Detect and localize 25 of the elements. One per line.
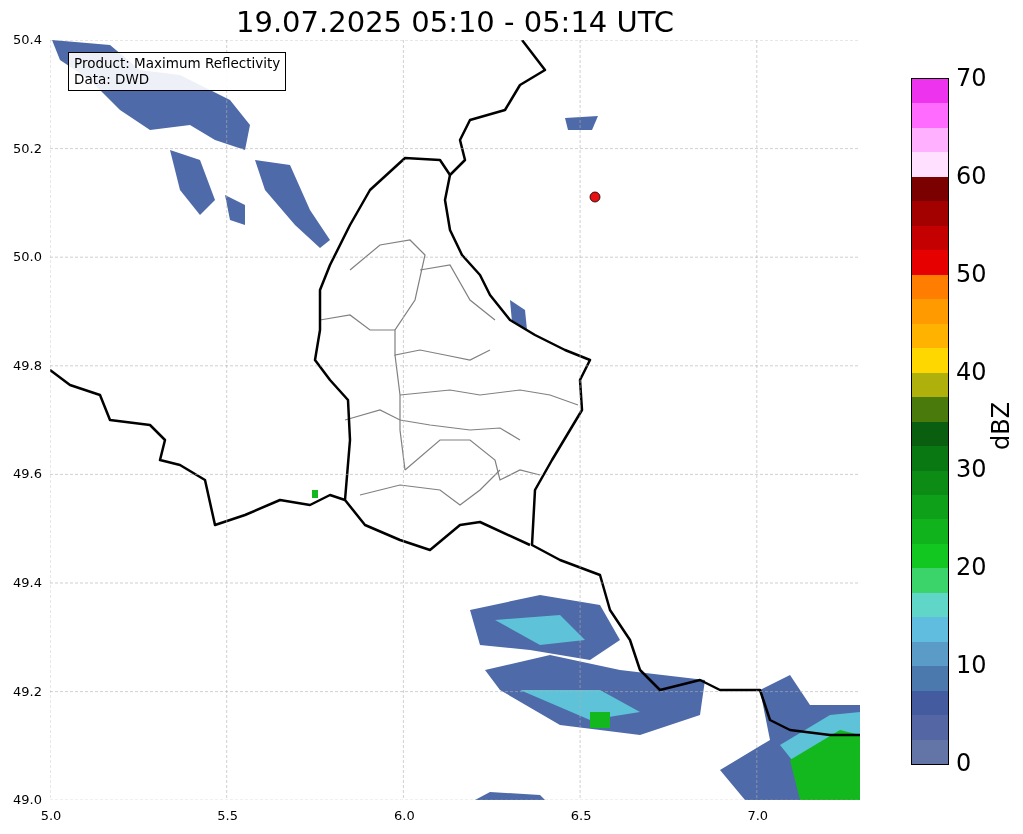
- colorbar-tick-label: 60: [956, 161, 987, 190]
- axis-tick-label: 5.0: [39, 808, 63, 823]
- colorbar-tick-label: 40: [956, 357, 987, 386]
- axis-tick-label: 49.2: [13, 683, 42, 699]
- axis-tick-label: 49.0: [13, 792, 42, 808]
- axis-tick-label: 49.6: [13, 466, 42, 482]
- axis-tick-label: 50.2: [13, 140, 42, 156]
- colorbar-tick-label: 20: [956, 553, 987, 582]
- annotation-text: Product: Maximum Reflectivity: [74, 55, 281, 71]
- axis-tick-label: 50.0: [13, 249, 42, 265]
- colorbar-tick-label: 50: [956, 259, 987, 288]
- colorbar-tick-label: 0: [956, 749, 972, 777]
- colorbar-tick-label: 70: [956, 64, 987, 92]
- colorbar-tick-label: 30: [956, 455, 987, 484]
- colorbar-label: dBZ: [987, 401, 1015, 450]
- chart-title: 19.07.2025 05:10 - 05:14 UTC: [235, 4, 675, 40]
- axis-tick-label: 49.8: [13, 357, 42, 373]
- axis-tick-label: 6.5: [569, 808, 593, 823]
- axis-tick-label: 50.4: [13, 32, 42, 47]
- axis-tick-label: 5.5: [216, 808, 240, 823]
- colorbar-tick-label: 10: [956, 651, 987, 680]
- axis-tick-label: 7.0: [746, 808, 770, 823]
- annotation-text: Data: DWD: [74, 71, 151, 87]
- axis-tick-label: 49.4: [13, 575, 42, 590]
- axis-tick-label: 6.0: [393, 808, 416, 823]
